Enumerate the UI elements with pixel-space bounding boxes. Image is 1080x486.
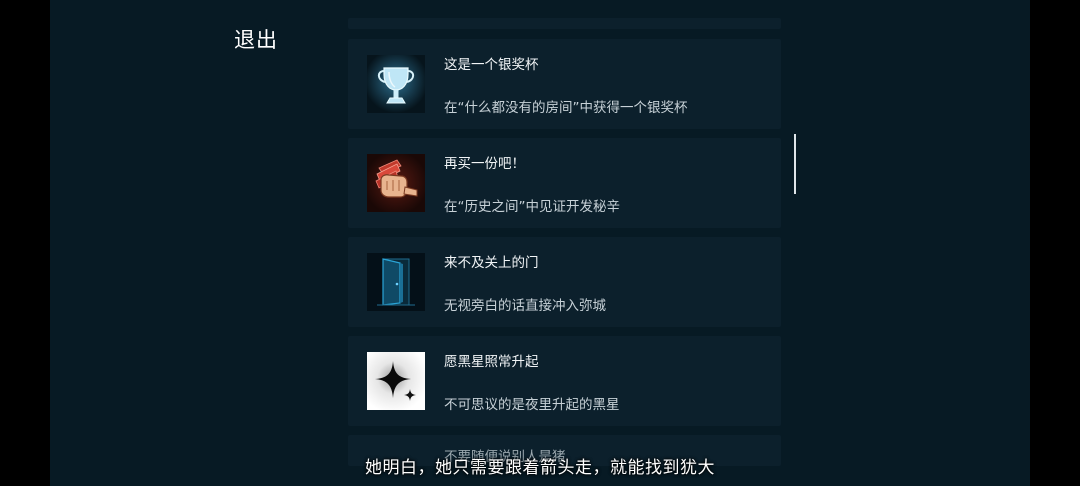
scrollbar-thumb[interactable] <box>794 134 796 194</box>
achievement-title: 这是一个银奖杯 <box>444 57 539 73</box>
achievement-card[interactable]: 这是一个银奖杯 在“什么都没有的房间”中获得一个银奖杯 <box>348 39 781 129</box>
achievement-description: 在“什么都没有的房间”中获得一个银奖杯 <box>444 100 688 116</box>
achievement-card[interactable]: 再买一份吧！ 在“历史之间”中见证开发秘辛 <box>348 138 781 228</box>
achievement-title: 愿黑星照常升起 <box>444 354 539 370</box>
achievement-title: 再买一份吧！ <box>444 156 525 172</box>
achievement-card[interactable]: 来不及关上的门 无视旁白的话直接冲入弥城 <box>348 237 781 327</box>
achievement-card-partial <box>348 18 781 29</box>
achievement-title: 来不及关上的门 <box>444 255 539 271</box>
trophy-icon <box>367 55 425 113</box>
dialogue-subtitle: 她明白，她只需要跟着箭头走，就能找到犹大 <box>365 458 715 478</box>
open-door-icon <box>367 253 425 311</box>
achievement-list[interactable]: 这是一个银奖杯 在“什么都没有的房间”中获得一个银奖杯 再买一份吧！ 在“历史之… <box>348 18 781 466</box>
black-star-icon <box>367 352 425 410</box>
achievement-description: 无视旁白的话直接冲入弥城 <box>444 298 606 314</box>
game-window: 退出 这是一个银奖杯 在“什么都没有的房间”中获得一个银奖杯 再买一份吧！ 在“… <box>0 0 1080 486</box>
fist-with-cash-icon <box>367 154 425 212</box>
achievement-description: 在“历史之间”中见证开发秘辛 <box>444 199 620 215</box>
exit-button[interactable]: 退出 <box>234 24 278 54</box>
achievements-screen: 退出 这是一个银奖杯 在“什么都没有的房间”中获得一个银奖杯 再买一份吧！ 在“… <box>50 0 1030 486</box>
achievement-description: 不可思议的是夜里升起的黑星 <box>444 397 620 413</box>
achievement-card[interactable]: 愿黑星照常升起 不可思议的是夜里升起的黑星 <box>348 336 781 426</box>
